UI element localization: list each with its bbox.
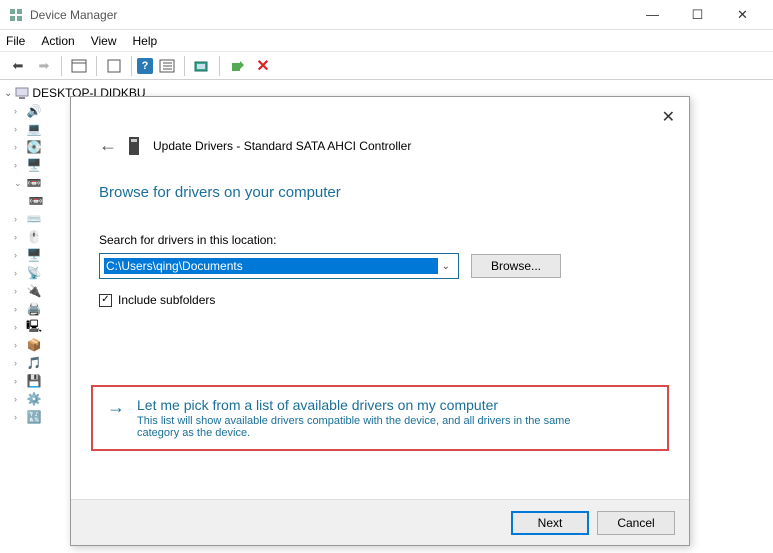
tree-item[interactable]: ›⌨️ [2, 210, 58, 228]
app-icon [8, 7, 24, 23]
uninstall-icon[interactable]: ✕ [251, 54, 275, 78]
path-value: C:\Users\qing\Documents [104, 258, 438, 274]
menu-action[interactable]: Action [41, 34, 74, 48]
driver-icon [127, 136, 143, 156]
usb-icon: 🔣 [26, 409, 42, 425]
minimize-button[interactable]: — [630, 0, 675, 30]
tree-item[interactable]: ›🖱️ [2, 228, 58, 246]
scan-hardware-icon[interactable] [190, 54, 214, 78]
controller-icon: 📼 [28, 193, 44, 209]
monitor-icon: 🖥️ [26, 247, 42, 263]
update-driver-dialog: ✕ ← Update Drivers - Standard SATA AHCI … [70, 96, 690, 546]
tree-item[interactable]: ›📦 [2, 336, 58, 354]
browse-button[interactable]: Browse... [471, 254, 561, 278]
network-icon: 📡 [26, 265, 42, 281]
next-button[interactable]: Next [511, 511, 589, 535]
show-hidden-icon[interactable] [67, 54, 91, 78]
tree-item[interactable]: ›📡 [2, 264, 58, 282]
menu-view[interactable]: View [91, 34, 117, 48]
update-driver-icon[interactable] [225, 54, 249, 78]
pick-title: Let me pick from a list of available dri… [137, 397, 577, 413]
tree-item[interactable]: ›🔊 [2, 102, 58, 120]
tree-item[interactable]: ›🔣 [2, 408, 58, 426]
toolbar: ⬅ ➡ ? ✕ [0, 52, 773, 80]
storage-icon: 💾 [26, 373, 42, 389]
tree-root[interactable]: ⌄ DESKTOP-LDIDKBU [2, 84, 58, 102]
pick-from-list-option[interactable]: → Let me pick from a list of available d… [91, 385, 669, 451]
disk-icon: 💽 [26, 139, 42, 155]
back-icon[interactable]: ⬅ [6, 54, 30, 78]
maximize-button[interactable]: ☐ [675, 0, 720, 30]
keyboard-icon: ⌨️ [26, 211, 42, 227]
properties-icon[interactable] [102, 54, 126, 78]
help-icon[interactable]: ? [137, 58, 153, 74]
dialog-title: Browse for drivers on your computer [71, 166, 689, 209]
computer-icon: 💻 [26, 121, 42, 137]
include-subfolders-label: Include subfolders [118, 293, 215, 307]
dialog-back-button[interactable]: ← [99, 135, 117, 156]
tree-item[interactable]: ⌄📼 [2, 174, 58, 192]
menu-help[interactable]: Help [133, 34, 158, 48]
tree-item[interactable]: ›🔌 [2, 282, 58, 300]
close-button[interactable]: ✕ [720, 0, 765, 30]
details-icon[interactable] [155, 54, 179, 78]
dialog-footer: Next Cancel [71, 499, 689, 545]
tree-item[interactable]: ›🖥️ [2, 246, 58, 264]
audio-icon: 🔊 [26, 103, 42, 119]
computer-icon [15, 85, 29, 101]
print-queue-icon: 🖨️ [26, 301, 42, 317]
mouse-icon: 🖱️ [26, 229, 42, 245]
cancel-button[interactable]: Cancel [597, 511, 675, 535]
storage-controller-icon: 📼 [26, 175, 42, 191]
tree-item[interactable]: ›💻 [2, 120, 58, 138]
display-icon: 🖥️ [26, 157, 42, 173]
chevron-down-icon[interactable]: ⌄ [438, 261, 454, 272]
menu-bar: File Action View Help [0, 30, 773, 52]
processor-icon: 🖳 [26, 319, 42, 335]
pick-description: This list will show available drivers co… [137, 415, 577, 439]
dialog-close-button[interactable]: ✕ [662, 107, 675, 127]
tree-item[interactable]: 📼 [2, 192, 58, 210]
device-tree[interactable]: ⌄ DESKTOP-LDIDKBU ›🔊 ›💻 ›💽 ›🖥️ ⌄📼 📼 ›⌨️ … [0, 80, 60, 553]
tree-item[interactable]: ›💽 [2, 138, 58, 156]
sound-icon: 🎵 [26, 355, 42, 371]
window-title: Device Manager [30, 8, 630, 22]
tree-item[interactable]: ›🖳 [2, 318, 58, 336]
forward-icon[interactable]: ➡ [32, 54, 56, 78]
port-icon: 🔌 [26, 283, 42, 299]
search-location-label: Search for drivers in this location: [99, 233, 661, 247]
system-device-icon: ⚙️ [26, 391, 42, 407]
software-device-icon: 📦 [26, 337, 42, 353]
dialog-header: Update Drivers - Standard SATA AHCI Cont… [153, 139, 411, 153]
tree-item[interactable]: ›🖨️ [2, 300, 58, 318]
title-bar: Device Manager — ☐ ✕ [0, 0, 773, 30]
menu-file[interactable]: File [6, 34, 25, 48]
tree-item[interactable]: ›💾 [2, 372, 58, 390]
arrow-right-icon: → [107, 397, 125, 439]
tree-item[interactable]: ›🖥️ [2, 156, 58, 174]
tree-item[interactable]: ›🎵 [2, 354, 58, 372]
include-subfolders-checkbox[interactable]: ✓ [99, 294, 112, 307]
path-combobox[interactable]: C:\Users\qing\Documents ⌄ [99, 253, 459, 279]
tree-item[interactable]: ›⚙️ [2, 390, 58, 408]
